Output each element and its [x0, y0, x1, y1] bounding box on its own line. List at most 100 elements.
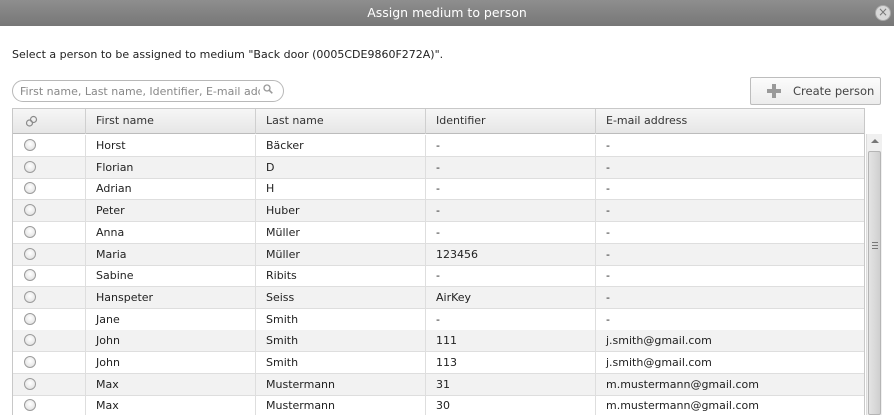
row-select-cell: [13, 286, 86, 309]
cell-identifier: -: [426, 308, 596, 331]
cell-email: j.smith@gmail.com: [606, 334, 712, 348]
table-row[interactable]: Sabine Ribits - -: [13, 265, 864, 288]
select-column-header: [13, 109, 86, 134]
row-radio-button[interactable]: [24, 290, 36, 303]
cell-identifier: 111: [426, 330, 596, 353]
create-person-label: Create person: [793, 84, 875, 98]
table-row[interactable]: Jane Smith - -: [13, 308, 864, 331]
scroll-thumb[interactable]: [868, 151, 881, 415]
row-radio-button[interactable]: [24, 269, 36, 282]
cell-email: -: [606, 269, 610, 283]
row-select-cell: [13, 352, 86, 374]
cell-first-name: Adrian: [86, 178, 256, 201]
cell-last-name: Müller: [256, 221, 426, 244]
row-select-cell: [13, 330, 86, 353]
cell-last-name: Mustermann: [256, 373, 426, 396]
close-icon[interactable]: ×: [875, 5, 891, 21]
cell-identifier: 31: [426, 373, 596, 396]
row-radio-button[interactable]: [24, 160, 36, 173]
cell-email: -: [606, 182, 610, 196]
row-select-cell: [13, 308, 86, 331]
cell-first-name: Max: [86, 395, 256, 415]
table-row[interactable]: Maria Müller 123456-: [13, 243, 864, 266]
link-icon: [25, 115, 38, 127]
row-radio-button[interactable]: [24, 182, 36, 195]
row-radio-button[interactable]: [24, 377, 36, 390]
search-icon[interactable]: [263, 84, 273, 94]
row-select-cell: [13, 156, 86, 179]
column-header-last-name[interactable]: Last name: [256, 109, 426, 134]
cell-identifier: -: [426, 200, 596, 223]
cell-first-name: Hanspeter: [86, 286, 256, 309]
cell-identifier: AirKey: [426, 286, 596, 309]
table-row[interactable]: Anna Müller - -: [13, 221, 864, 244]
row-radio-button[interactable]: [24, 334, 36, 347]
cell-first-name: Maria: [86, 243, 256, 266]
table-row[interactable]: Hanspeter Seiss AirKey -: [13, 286, 864, 309]
row-radio-button[interactable]: [24, 139, 36, 151]
row-radio-button[interactable]: [24, 225, 36, 238]
cell-last-name: Huber: [256, 200, 426, 223]
cell-last-name: Smith: [256, 330, 426, 353]
cell-identifier: -: [426, 178, 596, 201]
cell-email: -: [606, 225, 610, 239]
table-row[interactable]: John Smith 113 j.smith@gmail.com: [13, 352, 864, 374]
cell-first-name: Anna: [86, 221, 256, 244]
column-header-identifier[interactable]: Identifier: [426, 109, 596, 134]
cell-last-name: Müller: [256, 243, 426, 266]
row-radio-button[interactable]: [24, 399, 36, 412]
cell-last-name: D: [256, 156, 426, 179]
table-row[interactable]: Horst Bäcker - -: [13, 135, 864, 157]
row-radio-button[interactable]: [24, 247, 36, 260]
cell-first-name: Horst: [86, 135, 256, 157]
cell-first-name: John: [86, 352, 256, 374]
cell-last-name: Smith: [256, 308, 426, 331]
cell-identifier: 123456: [426, 243, 596, 266]
row-radio-button[interactable]: [24, 204, 36, 217]
row-select-cell: [13, 135, 86, 157]
table-row[interactable]: Florian D - -: [13, 156, 864, 179]
table-row[interactable]: John Smith 111 j.smith@gmail.com: [13, 330, 864, 353]
dialog-titlebar: Assign medium to person ×: [0, 0, 894, 26]
cell-email: m.mustermann@gmail.com: [606, 377, 759, 391]
cell-first-name: John: [86, 330, 256, 353]
cell-identifier: 113: [426, 352, 596, 374]
vertical-scrollbar[interactable]: [866, 134, 882, 415]
row-select-cell: [13, 265, 86, 288]
create-person-button[interactable]: Create person: [750, 77, 881, 105]
row-radio-button[interactable]: [24, 356, 36, 368]
row-select-cell: [13, 373, 86, 396]
table-row[interactable]: Max Mustermann 30 m.mustermann@gmail.com: [13, 395, 864, 415]
cell-email: j.smith@gmail.com: [606, 356, 712, 369]
column-header-first-name[interactable]: First name: [86, 109, 256, 134]
scroll-up-arrow-icon[interactable]: [867, 134, 882, 149]
cell-identifier: -: [426, 156, 596, 179]
cell-last-name: Ribits: [256, 265, 426, 288]
cell-first-name: Florian: [86, 156, 256, 179]
cell-email: -: [606, 160, 610, 174]
search-input[interactable]: [20, 83, 260, 99]
row-select-cell: [13, 200, 86, 223]
cell-email: -: [606, 247, 610, 261]
row-select-cell: [13, 221, 86, 244]
column-header-email[interactable]: E-mail address: [596, 109, 864, 134]
table-row[interactable]: Peter Huber - -: [13, 200, 864, 223]
cell-email: -: [606, 312, 610, 326]
cell-identifier: -: [426, 265, 596, 288]
cell-last-name: Bäcker: [256, 135, 426, 157]
table-row[interactable]: Max Mustermann 31 m.mustermann@gmail.com: [13, 373, 864, 396]
table-header: First name Last name Identifier E-mail a…: [13, 109, 864, 134]
search-box: [12, 80, 284, 102]
cell-first-name: Sabine: [86, 265, 256, 288]
grip-icon: [872, 242, 878, 249]
table-row[interactable]: Adrian H - -: [13, 178, 864, 201]
cell-last-name: Smith: [256, 352, 426, 374]
cell-identifier: -: [426, 221, 596, 244]
instruction-text: Select a person to be assigned to medium…: [12, 48, 444, 61]
cell-last-name: Seiss: [256, 286, 426, 309]
cell-last-name: H: [256, 178, 426, 201]
row-radio-button[interactable]: [24, 312, 36, 325]
dialog-title: Assign medium to person: [367, 5, 527, 20]
plus-icon: [767, 84, 781, 98]
cell-first-name: Jane: [86, 308, 256, 331]
